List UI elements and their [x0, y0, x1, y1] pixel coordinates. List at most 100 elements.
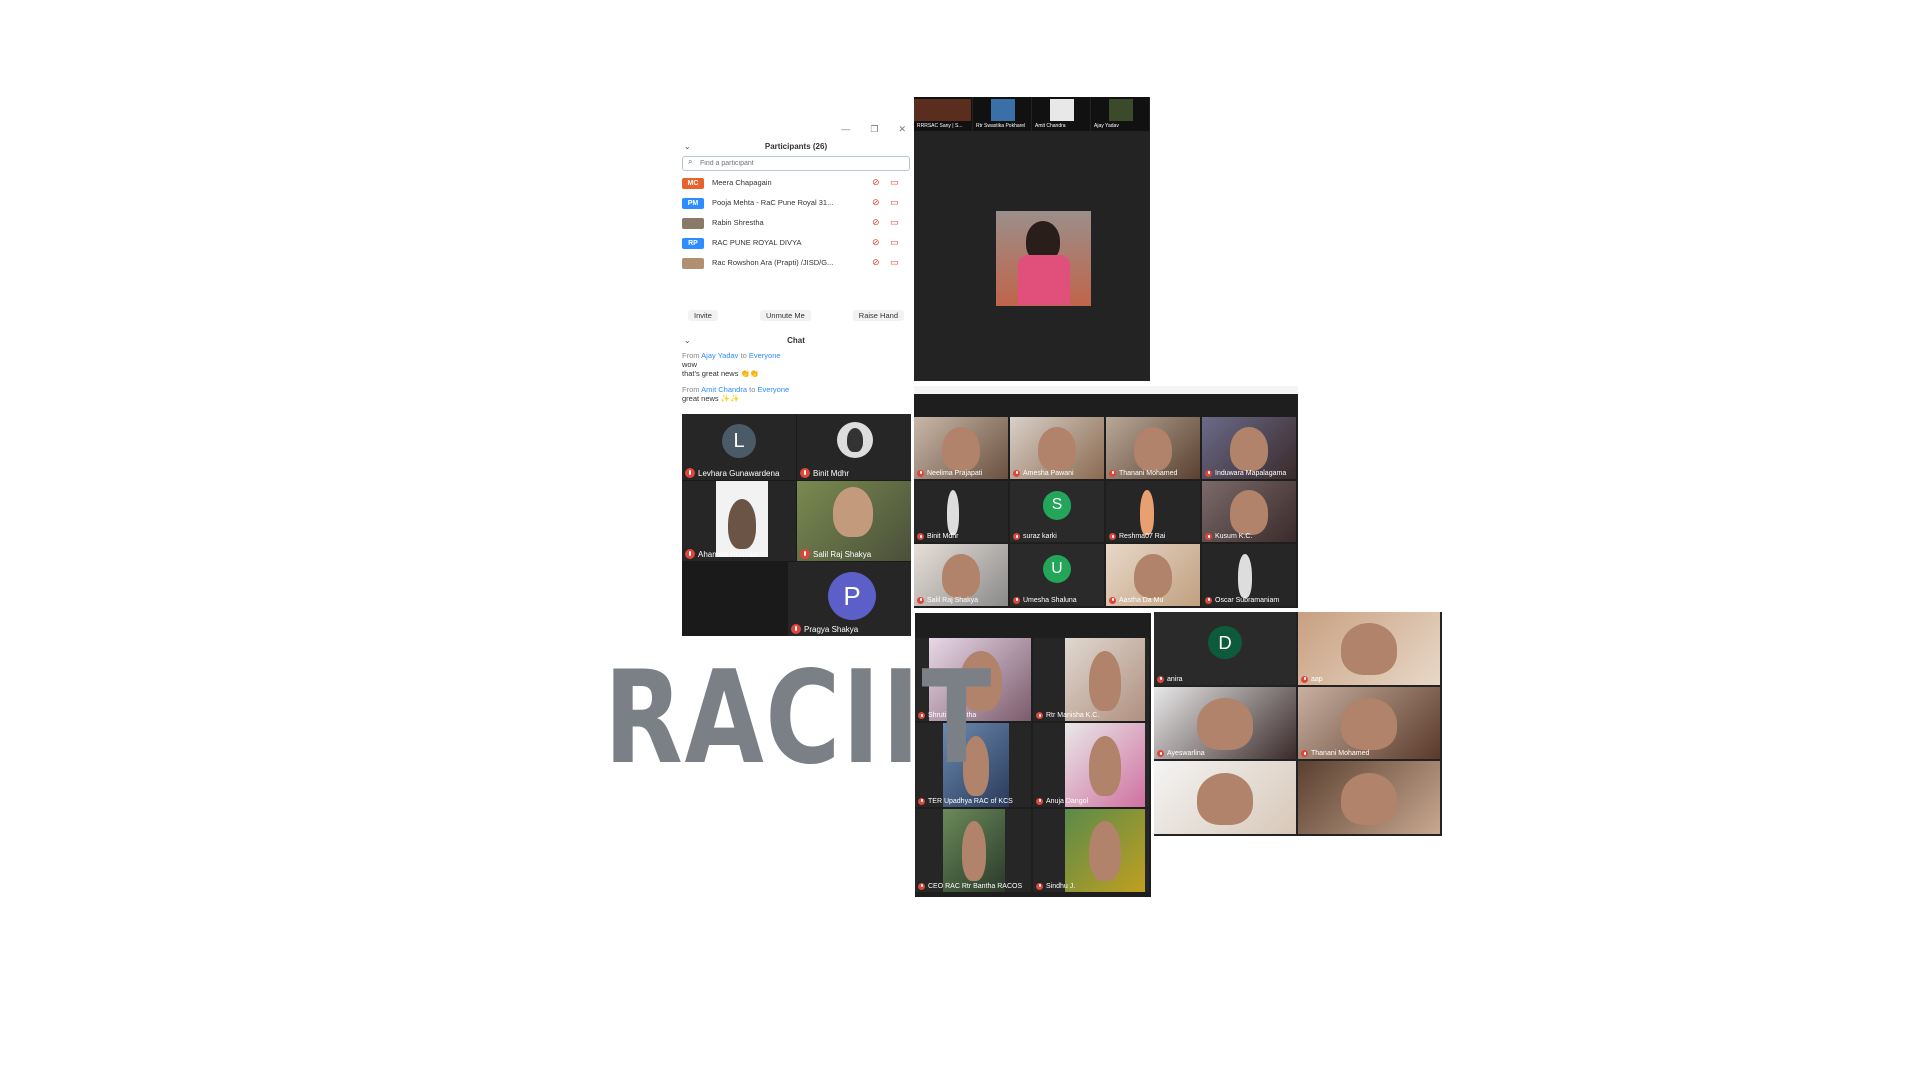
- participant-row[interactable]: Rac Rowshon Ara (Prapti) /JISD/G... ⊘ ▭: [682, 254, 910, 274]
- video-tile[interactable]: Salil Raj Shakya: [914, 544, 1008, 606]
- participant-label: Rtr Manisha K.C.: [1036, 712, 1099, 720]
- thumbnail-tile[interactable]: Ajay Yadav: [1091, 97, 1149, 131]
- video-tile[interactable]: Reshma07 Rai: [1106, 480, 1200, 543]
- video-tile[interactable]: Anuja Dangol: [1033, 723, 1149, 807]
- video-tile[interactable]: Induwara Mapalagama: [1202, 417, 1296, 479]
- mic-muted-icon[interactable]: ⊘: [872, 217, 880, 228]
- video-tile[interactable]: Rtr Manisha K.C.: [1033, 638, 1149, 722]
- participant-row[interactable]: PM Pooja Mehta - RaC Pune Royal 31... ⊘ ▭: [682, 194, 910, 214]
- mic-muted-icon: [1109, 469, 1116, 477]
- participant-label: Kusum K.C.: [1205, 533, 1253, 541]
- participant-name: Pragya Shakya: [804, 624, 859, 634]
- raise-hand-button[interactable]: Raise Hand: [852, 310, 904, 321]
- chat-sender[interactable]: Amit Chandra: [701, 385, 747, 394]
- participant-label: Salil Raj Shakya: [800, 549, 871, 559]
- participant-label: Thanani Mohamed: [1109, 469, 1177, 477]
- mic-muted-icon: [685, 549, 695, 559]
- video-tile[interactable]: Neelima Prajapati: [914, 417, 1008, 479]
- participant-label: Umesha Shaluna: [1013, 596, 1077, 604]
- video-tile[interactable]: Amesha Pawani: [1010, 417, 1104, 479]
- video-tile[interactable]: P Pragya Shakya: [788, 562, 911, 636]
- video-feed: [943, 808, 1005, 892]
- participant-row[interactable]: Rabin Shrestha ⊘ ▭: [682, 214, 910, 234]
- participant-row[interactable]: MC Meera Chapagain ⊘ ▭: [682, 174, 910, 194]
- active-speaker-video[interactable]: [996, 211, 1091, 306]
- chat-sender[interactable]: Ajay Yadav: [701, 351, 738, 360]
- participant-label: Neelima Prajapati: [917, 469, 982, 477]
- chat-title: Chat: [787, 336, 805, 345]
- video-off-icon[interactable]: ▭: [890, 257, 899, 268]
- thumbnail-tile[interactable]: Amit Chandra: [1032, 97, 1090, 131]
- video-tile[interactable]: Binit Mdhr: [914, 480, 1008, 543]
- minimize-icon[interactable]: —: [841, 124, 850, 135]
- video-tile[interactable]: Ssuraz karki: [1010, 480, 1104, 543]
- avatar: RP: [682, 238, 704, 249]
- video-tile[interactable]: Oscar Subramaniam: [1202, 544, 1296, 606]
- video-feed: [1298, 612, 1440, 685]
- participant-name: Ajay Yadav: [1094, 123, 1119, 129]
- video-tile[interactable]: Binit Mdhr: [797, 414, 911, 480]
- participant-name: Rabin Shrestha: [712, 218, 764, 227]
- participants-panel: — ❐ ✕ ⌄ Participants (26) ⌕ MCMeera Chap…: [680, 122, 912, 416]
- video-tile[interactable]: [1154, 761, 1296, 834]
- video-tile[interactable]: Thanani Mohamed: [1106, 417, 1200, 479]
- video-off-icon[interactable]: ▭: [890, 197, 899, 208]
- thumbnail-tile[interactable]: RRRSAC Sany | S...: [914, 97, 972, 131]
- invite-button[interactable]: Invite: [688, 310, 718, 321]
- video-tile[interactable]: Ahamed Hussain: [682, 481, 796, 561]
- video-tile[interactable]: Kusum K.C.: [1202, 480, 1296, 543]
- video-off-icon[interactable]: ▭: [890, 217, 899, 228]
- participant-name: Anuja Dangol: [1046, 797, 1089, 805]
- participant-name: Induwara Mapalagama: [1215, 469, 1287, 477]
- video-tile[interactable]: [1298, 761, 1440, 834]
- video-feed: [914, 99, 971, 121]
- search-icon: ⌕: [688, 157, 693, 166]
- chat-recipient[interactable]: Everyone: [757, 385, 789, 394]
- mic-muted-icon: [1157, 750, 1164, 758]
- participant-search[interactable]: ⌕: [682, 156, 910, 171]
- gallery-window-b: Neelima Prajapati Amesha Pawani Thanani Mo…: [914, 386, 1298, 608]
- chat-to: to: [740, 351, 747, 360]
- mic-muted-icon: [685, 468, 695, 478]
- video-tile[interactable]: Ayeswarlina: [1154, 686, 1296, 760]
- mic-muted-icon[interactable]: ⊘: [872, 237, 880, 248]
- mic-muted-icon: [918, 797, 925, 805]
- participant-name: Salil Raj Shakya: [813, 549, 872, 559]
- video-off-icon[interactable]: ▭: [890, 237, 899, 248]
- video-tile[interactable]: L Levhara Gunawardena: [682, 414, 796, 480]
- video-tile[interactable]: Sindhu J.: [1033, 808, 1149, 892]
- participant-name: Salil Raj Shakya: [927, 596, 978, 604]
- window-controls: — ❐ ✕: [841, 124, 906, 135]
- participant-name: Kusum K.C.: [1215, 533, 1253, 541]
- participant-row[interactable]: RP RAC PUNE ROYAL DIVYA ⊘ ▭: [682, 234, 910, 254]
- video-feed: [1154, 761, 1296, 834]
- video-tile[interactable]: CEO RAC Rtr Bantha RACOS: [915, 808, 1031, 892]
- mic-muted-icon[interactable]: ⊘: [872, 177, 880, 188]
- video-tile[interactable]: Danira: [1154, 612, 1296, 685]
- video-tile[interactable]: aap: [1298, 612, 1440, 685]
- video-off-icon[interactable]: ▭: [890, 177, 899, 188]
- video-feed: [991, 99, 1015, 121]
- video-tile[interactable]: Thanani Mohamed: [1298, 686, 1440, 760]
- participant-list: MC Meera Chapagain ⊘ ▭ PM Pooja Mehta - RaC P…: [682, 174, 910, 274]
- video-tile[interactable]: U Umesha Shaluna: [1010, 544, 1104, 606]
- chat-to: to: [749, 385, 756, 394]
- search-input[interactable]: [700, 158, 900, 168]
- mic-muted-icon: [1036, 882, 1043, 890]
- mic-muted-icon: [1205, 469, 1212, 477]
- mic-muted-icon: [917, 596, 924, 604]
- video-tile[interactable]: Aastha Da Mu: [1106, 544, 1200, 606]
- thumbnail-tile[interactable]: Rtr Swastika Pokharel: [973, 97, 1031, 131]
- close-icon[interactable]: ✕: [898, 124, 906, 135]
- brand-title: RACIIT: [604, 644, 993, 793]
- unmute-me-button[interactable]: Unmute Me: [759, 310, 811, 321]
- restore-icon[interactable]: ❐: [870, 124, 878, 135]
- video-feed: [1298, 686, 1440, 760]
- participant-name: aap: [1311, 675, 1323, 683]
- video-tile[interactable]: Salil Raj Shakya: [797, 481, 911, 561]
- mic-muted-icon[interactable]: ⊘: [872, 197, 880, 208]
- mic-muted-icon[interactable]: ⊘: [872, 257, 880, 268]
- participant-name: RRRSAC Sany | S...: [917, 123, 963, 129]
- mic-muted-icon: [1036, 797, 1043, 805]
- chat-recipient[interactable]: Everyone: [749, 351, 781, 360]
